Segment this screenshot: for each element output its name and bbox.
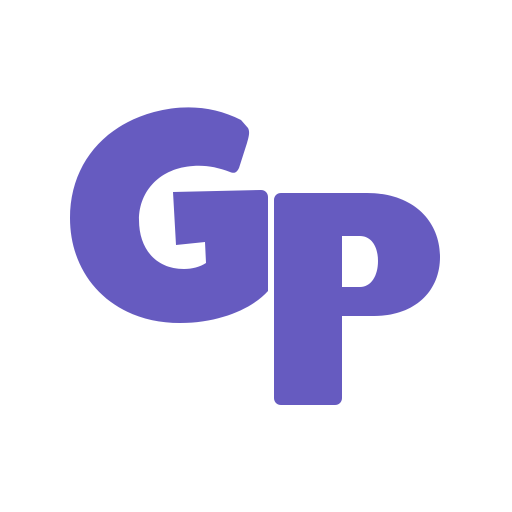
logo-letter-g-shape (70, 107, 268, 323)
logo-letter-p-shape (274, 193, 440, 405)
gp-logo (70, 107, 440, 405)
app-icon-canvas: Gp (0, 0, 512, 512)
